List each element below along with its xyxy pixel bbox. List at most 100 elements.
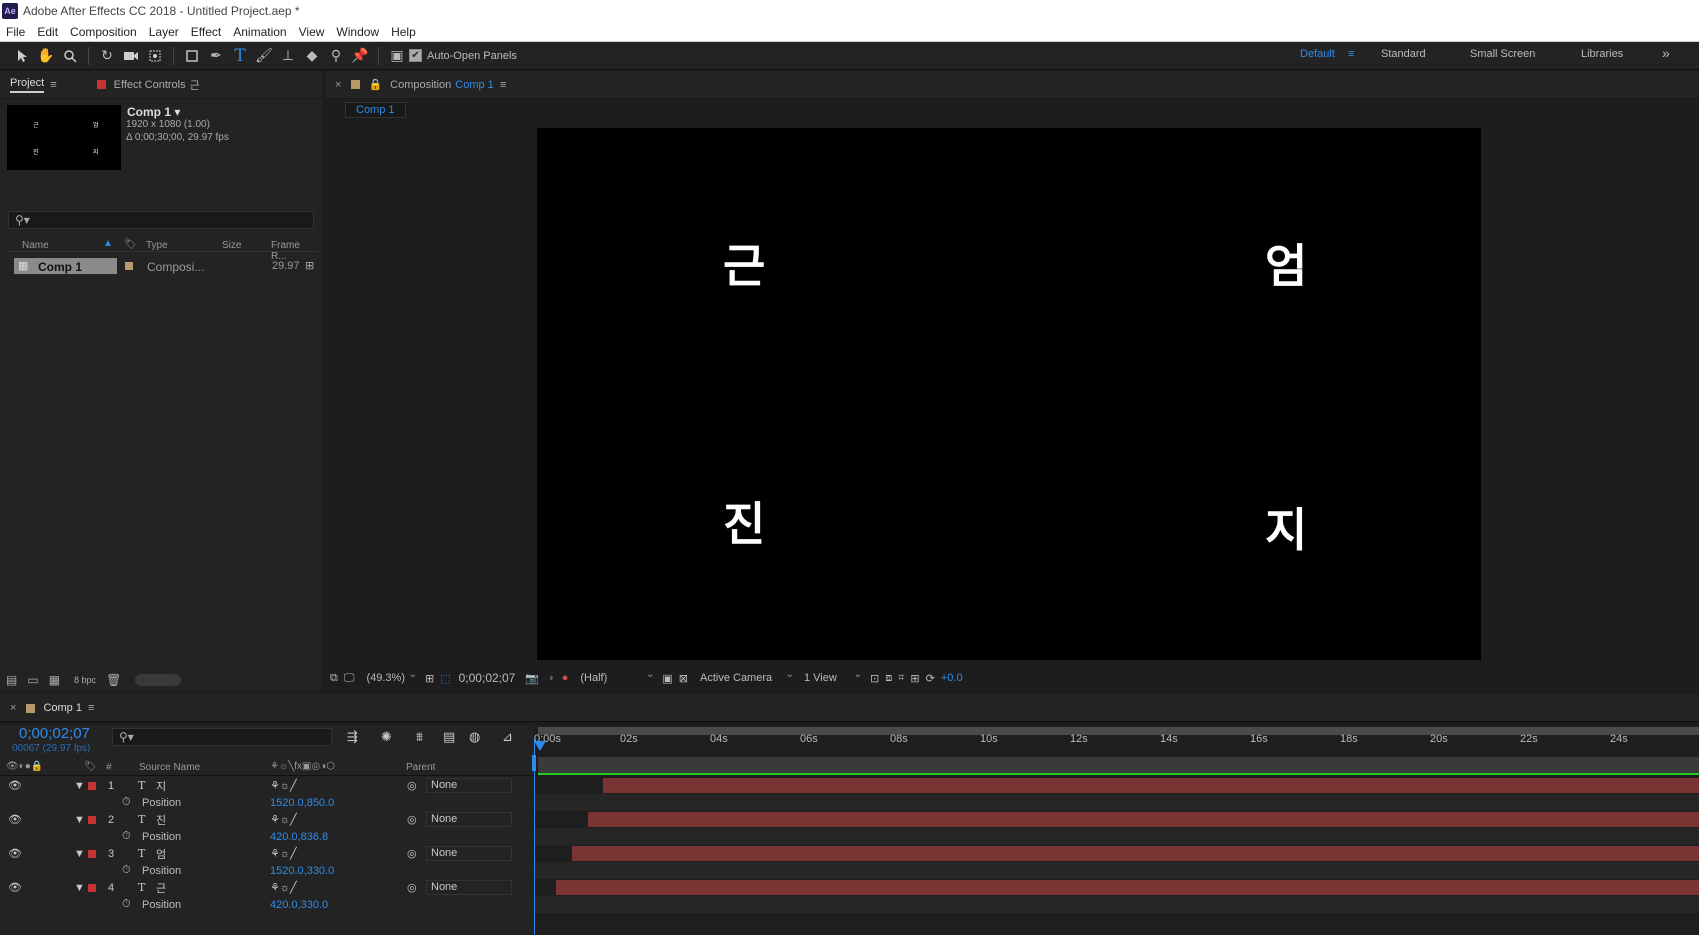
draft-3d-icon[interactable]: ✺ bbox=[381, 729, 392, 745]
auto-open-checkbox-icon[interactable]: ✔ bbox=[409, 49, 422, 62]
zoom-tool-icon[interactable] bbox=[58, 44, 82, 68]
always-preview-icon[interactable]: ⧉ bbox=[330, 672, 338, 685]
stopwatch-icon[interactable]: ⏱ bbox=[122, 830, 131, 843]
position-value[interactable]: 1520.0,330.0 bbox=[270, 865, 334, 877]
interpret-footage-icon[interactable]: ▤ bbox=[6, 673, 17, 687]
views-dropdown[interactable]: 1 View bbox=[800, 669, 864, 684]
layer-name[interactable]: 진 bbox=[156, 812, 166, 828]
stopwatch-icon[interactable]: ⏱ bbox=[122, 796, 131, 809]
layer-switches-icon[interactable]: ⚘☼╲fx▣◎◑⬡ bbox=[270, 761, 335, 772]
parent-dropdown[interactable]: None bbox=[426, 778, 512, 793]
lock-icon[interactable]: 🔒 bbox=[368, 78, 382, 91]
layer-switches-icon[interactable]: ⚘☼╱ bbox=[270, 847, 297, 860]
display-icon[interactable]: 🖵 bbox=[344, 672, 355, 685]
menu-help[interactable]: Help bbox=[385, 25, 422, 39]
flowchart-icon[interactable]: ⊞ bbox=[305, 259, 314, 272]
tab-project[interactable]: Project ≡ bbox=[0, 71, 67, 98]
roto-brush-tool-icon[interactable]: ⚲ bbox=[324, 44, 348, 68]
layer-name[interactable]: 지 bbox=[156, 778, 166, 794]
new-comp-icon[interactable]: ▦ bbox=[49, 673, 60, 687]
position-value[interactable]: 1520.0,850.0 bbox=[270, 797, 334, 809]
frame-blending-icon[interactable]: ▤ bbox=[443, 729, 455, 745]
menu-composition[interactable]: Composition bbox=[64, 25, 143, 39]
panel-menu-icon[interactable]: ≡ bbox=[88, 702, 94, 714]
pickwhip-icon[interactable]: ◎ bbox=[407, 779, 417, 792]
show-snapshot-icon[interactable]: ◑ bbox=[547, 672, 554, 684]
transparency-grid-icon[interactable]: ⬚ bbox=[440, 672, 450, 685]
close-tab-icon[interactable]: × bbox=[335, 79, 341, 91]
workspace-small-screen[interactable]: Small Screen bbox=[1470, 48, 1535, 60]
menu-layer[interactable]: Layer bbox=[143, 25, 185, 39]
layer-switches-icon[interactable]: ⚘☼╱ bbox=[270, 779, 297, 792]
pickwhip-icon[interactable]: ◎ bbox=[407, 881, 417, 894]
twirl-down-icon[interactable]: ▼ bbox=[74, 814, 85, 826]
layer-name[interactable]: 근 bbox=[156, 880, 166, 896]
twirl-down-icon[interactable]: ▼ bbox=[74, 780, 85, 792]
menu-animation[interactable]: Animation bbox=[227, 25, 292, 39]
pickwhip-icon[interactable]: ◎ bbox=[407, 813, 417, 826]
layer-duration-bar[interactable] bbox=[603, 778, 1699, 793]
column-name[interactable]: Name bbox=[22, 240, 49, 251]
column-number[interactable]: # bbox=[106, 762, 112, 773]
layer-row[interactable]: 👁 ▼ 3 T 엄 ⚘☼╱ ◎ None bbox=[0, 845, 534, 862]
region-of-interest-icon[interactable]: ▣ bbox=[662, 672, 672, 685]
time-ruler[interactable]: 0:00s 02s 04s 06s 08s 10s 12s 14s 16s 18s 20s 22s 24… bbox=[534, 733, 1699, 757]
visibility-eye-icon[interactable]: 👁 bbox=[8, 847, 22, 860]
menu-edit[interactable]: Edit bbox=[31, 25, 64, 39]
pen-tool-icon[interactable]: ✒ bbox=[204, 44, 228, 68]
layer-row[interactable]: 👁 ▼ 1 T 지 ⚘☼╱ ◎ None bbox=[0, 777, 534, 794]
workspace-libraries[interactable]: Libraries bbox=[1581, 48, 1623, 60]
layer-switches-icon[interactable]: ⚘☼╱ bbox=[270, 813, 297, 826]
workspace-standard[interactable]: Standard bbox=[1381, 48, 1426, 60]
layer-duration-bar[interactable] bbox=[587, 812, 1699, 827]
workspace-overflow-icon[interactable]: » bbox=[1662, 45, 1670, 61]
stopwatch-icon[interactable]: ⏱ bbox=[122, 864, 131, 877]
av-switches-icon[interactable]: 👁◐●🔒 bbox=[6, 761, 43, 772]
panel-toggle-icon[interactable]: ▣ bbox=[385, 44, 409, 68]
new-folder-icon[interactable]: ▭ bbox=[27, 673, 38, 687]
layer-row[interactable]: 👁 ▼ 4 T 근 ⚘☼╱ ◎ None bbox=[0, 879, 534, 896]
comp-mini-flowchart-icon[interactable]: ⇶ bbox=[347, 729, 358, 745]
column-parent[interactable]: Parent bbox=[406, 762, 435, 773]
rotate-tool-icon[interactable]: ↻ bbox=[95, 44, 119, 68]
eraser-tool-icon[interactable]: ◆ bbox=[300, 44, 324, 68]
label-color-icon[interactable] bbox=[88, 849, 96, 858]
exposure-value[interactable]: +0.0 bbox=[941, 672, 963, 684]
clone-stamp-tool-icon[interactable]: ⊥ bbox=[276, 44, 300, 68]
panel-menu-icon[interactable]: ≡ bbox=[500, 79, 506, 91]
twirl-down-icon[interactable]: ▼ bbox=[74, 848, 85, 860]
label-column-icon[interactable]: 🏷 bbox=[124, 239, 137, 250]
project-search-input[interactable]: ⚲▾ bbox=[8, 211, 314, 229]
motion-blur-icon[interactable]: ◍ bbox=[469, 729, 480, 745]
menu-effect[interactable]: Effect bbox=[185, 25, 227, 39]
sort-arrow-icon[interactable]: ▲ bbox=[103, 238, 113, 249]
layer-name[interactable]: 엄 bbox=[156, 846, 166, 862]
timeline-link-icon[interactable]: ⌗ bbox=[898, 672, 904, 685]
visibility-eye-icon[interactable]: 👁 bbox=[8, 881, 22, 894]
snapshot-icon[interactable]: 📷 bbox=[525, 672, 539, 685]
hand-tool-icon[interactable]: ✋ bbox=[34, 44, 58, 68]
brush-tool-icon[interactable]: 🖌 bbox=[252, 44, 276, 68]
bpc-label[interactable]: 8 bpc bbox=[74, 675, 96, 685]
trash-icon[interactable]: 🗑 bbox=[106, 673, 121, 687]
resolution-dropdown[interactable]: (Half) bbox=[576, 669, 656, 684]
puppet-pin-tool-icon[interactable]: 📌 bbox=[348, 44, 372, 68]
property-row[interactable]: ⏱ Position 1520.0,330.0 bbox=[0, 862, 534, 879]
pan-behind-tool-icon[interactable] bbox=[143, 44, 167, 68]
project-item-row[interactable]: ▦ Comp 1 Composi... 29.97 ⊞ bbox=[8, 258, 318, 274]
parent-dropdown[interactable]: None bbox=[426, 880, 512, 895]
visibility-eye-icon[interactable]: 👁 bbox=[8, 779, 22, 792]
current-time-indicator[interactable] bbox=[534, 738, 535, 935]
timeline-graph[interactable]: 0:00s 02s 04s 06s 08s 10s 12s 14s 16s 18s 20s 22s 24… bbox=[532, 725, 1699, 935]
parent-dropdown[interactable]: None bbox=[426, 812, 512, 827]
dropdown-arrow-icon[interactable]: ▾ bbox=[174, 105, 180, 119]
parent-dropdown[interactable]: None bbox=[426, 846, 512, 861]
tab-timeline-comp[interactable]: × Comp 1 ≡ bbox=[0, 694, 104, 722]
column-type[interactable]: Type bbox=[146, 240, 168, 251]
property-row[interactable]: ⏱ Position 420.0,330.0 bbox=[0, 896, 534, 913]
label-color-icon[interactable] bbox=[88, 815, 96, 824]
camera-tool-icon[interactable] bbox=[119, 44, 143, 68]
playhead-handle[interactable] bbox=[534, 741, 546, 751]
comp-viewer[interactable]: 근 엄 진 지 bbox=[537, 128, 1481, 660]
property-row[interactable]: ⏱ Position 1520.0,850.0 bbox=[0, 794, 534, 811]
